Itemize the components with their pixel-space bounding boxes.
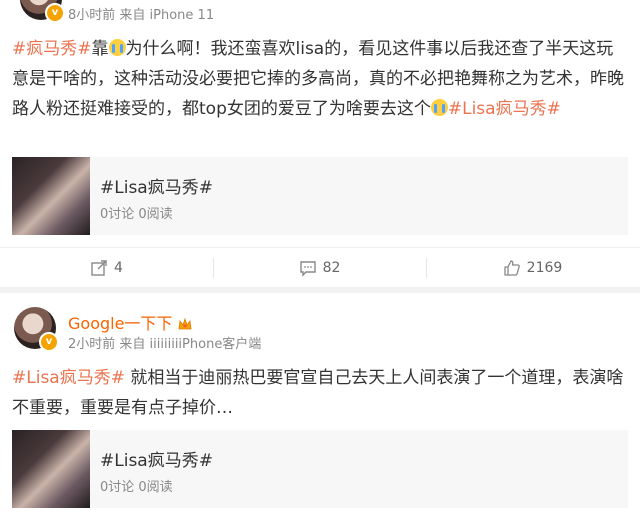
crying-emoji-icon [430, 99, 448, 116]
hashtag-link[interactable]: #Lisa疯马秀# [448, 99, 561, 119]
post-meta: 8小时前 来自 iPhone 11 [68, 8, 215, 23]
avatar[interactable]: v [20, 0, 65, 23]
topic-card[interactable]: #Lisa疯马秀# 0讨论 0阅读 [12, 157, 628, 235]
comment-button[interactable]: 82 [213, 248, 426, 288]
weibo-post: v 8小时前 来自 iPhone 11 #疯马秀#靠 为什么啊！我还蛮喜欢lisa… [0, 0, 640, 287]
repost-count: 4 [114, 260, 123, 276]
verified-badge-icon: v [45, 3, 65, 23]
username-text: Google一下下 [68, 314, 173, 333]
action-bar: 4 82 2169 [0, 247, 640, 288]
post-content: #疯马秀#靠 为什么啊！我还蛮喜欢lisa的，看见这件事以后我还查了半天这玩意是干… [12, 34, 630, 124]
comment-icon [299, 261, 316, 277]
topic-card[interactable]: #Lisa疯马秀# 0讨论 0阅读 [12, 430, 628, 508]
crying-emoji-icon [108, 39, 126, 56]
like-button[interactable]: 2169 [426, 248, 639, 288]
avatar[interactable]: v [14, 307, 59, 352]
like-icon [504, 260, 520, 276]
crown-icon [178, 318, 192, 330]
repost-button[interactable]: 4 [0, 248, 213, 288]
topic-card-stats: 0讨论 0阅读 [100, 207, 173, 222]
topic-thumbnail [12, 157, 90, 235]
topic-thumbnail [12, 430, 90, 508]
comment-count: 82 [322, 260, 341, 276]
topic-card-title: #Lisa疯马秀# [100, 451, 213, 471]
username-link[interactable]: Google一下下 [68, 310, 192, 334]
hashtag-link[interactable]: #Lisa疯马秀# [12, 368, 125, 388]
like-count: 2169 [526, 260, 563, 276]
verified-badge-icon: v [39, 332, 59, 352]
post-content: #Lisa疯马秀# 就相当于迪丽热巴要官宣自己去天上人间表演了一个道理，表演啥不… [12, 363, 630, 423]
hashtag-link[interactable]: #疯马秀# [12, 39, 92, 59]
post-meta: 2小时前 来自 iiiiiiiiiPhone客户端 [68, 337, 262, 352]
post-text: 靠 [91, 39, 109, 59]
topic-card-stats: 0讨论 0阅读 [100, 480, 173, 495]
repost-icon [91, 260, 107, 276]
topic-card-title: #Lisa疯马秀# [100, 178, 213, 198]
weibo-post: v Google一下下 2小时前 来自 iiiiiiiiiPhone客户端 #L… [0, 293, 640, 517]
